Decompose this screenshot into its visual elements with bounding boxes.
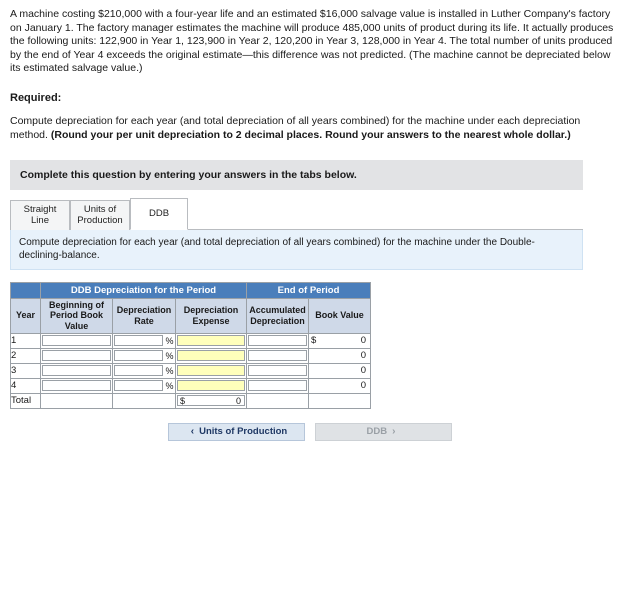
column-header-year: Year bbox=[10, 297, 41, 334]
required-label: Required: bbox=[10, 91, 62, 104]
percent-symbol: % bbox=[165, 380, 174, 391]
cell-depreciation-expense[interactable] bbox=[175, 332, 247, 349]
total-spacer-beginning bbox=[40, 392, 113, 409]
page-container: A machine costing $210,000 with a four-y… bbox=[0, 0, 639, 441]
cell-depreciation-rate[interactable]: % bbox=[112, 332, 176, 349]
problem-statement: A machine costing $210,000 with a four-y… bbox=[10, 8, 614, 74]
prev-tab-label: Units of Production bbox=[199, 426, 288, 437]
table-row: 2 % 0 bbox=[10, 347, 371, 364]
input-accumulated-depreciation-2[interactable] bbox=[248, 350, 307, 361]
total-spacer-book-value bbox=[308, 392, 371, 409]
input-depreciation-expense-4[interactable] bbox=[177, 380, 245, 391]
ddb-depreciation-table: DDB Depreciation for the Period End of P… bbox=[10, 281, 371, 409]
input-accumulated-depreciation-4[interactable] bbox=[248, 380, 307, 391]
cell-book-value: $0 bbox=[308, 332, 371, 349]
cell-depreciation-expense[interactable] bbox=[175, 347, 247, 364]
cell-depreciation-expense[interactable] bbox=[175, 377, 247, 394]
cell-accumulated-depreciation[interactable] bbox=[246, 377, 309, 394]
group-header-spacer bbox=[10, 281, 41, 299]
row-year-label: 2 bbox=[10, 347, 41, 364]
dollar-symbol: $ bbox=[311, 335, 317, 346]
table-group-header-row: DDB Depreciation for the Period End of P… bbox=[10, 281, 371, 299]
cell-beginning-book-value[interactable] bbox=[40, 362, 113, 379]
instruction-bar-text: Complete this question by entering your … bbox=[20, 168, 357, 181]
next-tab-button[interactable]: DDB › bbox=[315, 422, 452, 441]
next-tab-label: DDB bbox=[366, 426, 388, 437]
input-beginning-book-value-4[interactable] bbox=[42, 380, 111, 391]
input-beginning-book-value-2[interactable] bbox=[42, 350, 111, 361]
cell-beginning-book-value[interactable] bbox=[40, 332, 113, 349]
row-year-label: 4 bbox=[10, 377, 41, 394]
prev-tab-button[interactable]: ‹ Units of Production bbox=[168, 422, 305, 441]
book-value-1: 0 bbox=[360, 335, 366, 346]
input-beginning-book-value-1[interactable] bbox=[42, 335, 111, 346]
column-header-book-value: Book Value bbox=[308, 297, 371, 334]
percent-symbol: % bbox=[165, 365, 174, 376]
input-accumulated-depreciation-1[interactable] bbox=[248, 335, 307, 346]
tab-straight-line[interactable]: Straight Line bbox=[10, 199, 70, 230]
compute-text-part2: (Round your per unit depreciation to 2 d… bbox=[50, 128, 571, 141]
chevron-right-icon: › bbox=[392, 426, 396, 437]
table-total-row: Total $0 bbox=[10, 392, 371, 409]
tab-navigation: ‹ Units of Production DDB › bbox=[168, 422, 629, 441]
cell-beginning-book-value[interactable] bbox=[40, 377, 113, 394]
percent-symbol: % bbox=[165, 350, 174, 361]
cell-depreciation-rate[interactable]: % bbox=[112, 347, 176, 364]
cell-accumulated-depreciation[interactable] bbox=[246, 332, 309, 349]
table-row: 3 % 0 bbox=[10, 362, 371, 379]
total-value: 0 bbox=[235, 395, 241, 406]
cell-book-value: 0 bbox=[308, 362, 371, 379]
cell-depreciation-rate[interactable]: % bbox=[112, 362, 176, 379]
input-beginning-book-value-3[interactable] bbox=[42, 365, 111, 376]
total-label: Total bbox=[10, 392, 41, 409]
cell-accumulated-depreciation[interactable] bbox=[246, 347, 309, 364]
input-depreciation-expense-3[interactable] bbox=[177, 365, 245, 376]
dollar-symbol: $ bbox=[180, 395, 186, 406]
cell-accumulated-depreciation[interactable] bbox=[246, 362, 309, 379]
column-header-beginning-book-value: Beginning of Period Book Value bbox=[40, 297, 113, 334]
input-depreciation-rate-4[interactable] bbox=[114, 380, 163, 391]
tab-ddb[interactable]: DDB bbox=[130, 197, 188, 230]
book-value-3: 0 bbox=[360, 365, 366, 376]
cell-book-value: 0 bbox=[308, 347, 371, 364]
cell-depreciation-expense[interactable] bbox=[175, 362, 247, 379]
chevron-left-icon: ‹ bbox=[190, 426, 195, 437]
column-header-accumulated-depreciation: Accumulated Depreciation bbox=[246, 297, 309, 334]
input-depreciation-rate-3[interactable] bbox=[114, 365, 163, 376]
table-row: 1 % $0 bbox=[10, 332, 371, 349]
book-value-4: 0 bbox=[360, 380, 366, 391]
instruction-bar: Complete this question by entering your … bbox=[10, 159, 583, 190]
input-depreciation-expense-1[interactable] bbox=[177, 335, 245, 346]
cell-beginning-book-value[interactable] bbox=[40, 347, 113, 364]
cell-depreciation-rate[interactable]: % bbox=[112, 377, 176, 394]
book-value-2: 0 bbox=[360, 350, 366, 361]
input-depreciation-rate-2[interactable] bbox=[114, 350, 163, 361]
compute-instructions: Compute depreciation for each year (and … bbox=[10, 114, 618, 142]
input-depreciation-expense-2[interactable] bbox=[177, 350, 245, 361]
tab-bar: Straight Line Units of Production DDB bbox=[10, 197, 583, 230]
row-year-label: 3 bbox=[10, 362, 41, 379]
input-accumulated-depreciation-3[interactable] bbox=[248, 365, 307, 376]
column-header-depreciation-rate: Depreciation Rate bbox=[112, 297, 176, 334]
question-note-text: Compute depreciation for each year (and … bbox=[19, 236, 535, 261]
percent-symbol: % bbox=[165, 335, 174, 346]
tab-units-of-production[interactable]: Units of Production bbox=[70, 199, 130, 230]
total-spacer-rate bbox=[112, 392, 176, 409]
input-depreciation-rate-1[interactable] bbox=[114, 335, 163, 346]
row-year-label: 1 bbox=[10, 332, 41, 349]
table-column-header-row: Year Beginning of Period Book Value Depr… bbox=[10, 297, 371, 334]
question-note: Compute depreciation for each year (and … bbox=[10, 229, 583, 270]
table-row: 4 % 0 bbox=[10, 377, 371, 394]
total-spacer-accumulated bbox=[246, 392, 309, 409]
total-depreciation-expense: $0 bbox=[175, 392, 247, 409]
group-header-ddb: DDB Depreciation for the Period bbox=[40, 281, 247, 299]
cell-book-value: 0 bbox=[308, 377, 371, 394]
column-header-depreciation-expense: Depreciation Expense bbox=[175, 297, 247, 334]
group-header-end-of-period: End of Period bbox=[246, 281, 371, 299]
